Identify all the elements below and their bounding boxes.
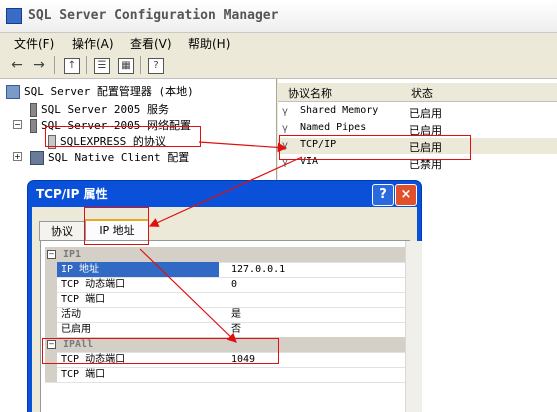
table-row[interactable]: TCP 端口 [45, 367, 405, 383]
tab-ip-addresses[interactable]: IP 地址 [85, 219, 149, 242]
protocol-icon: γ [282, 106, 288, 117]
collapse-network-config[interactable]: − [13, 120, 22, 129]
list-item[interactable]: γ VIA 已禁用 [278, 155, 557, 171]
tree-item-network-config[interactable]: SQL Server 2005 网络配置 [30, 117, 191, 133]
toolbar-separator [86, 56, 87, 74]
list-item[interactable]: γ Named Pipes 已启用 [278, 121, 557, 137]
menu-help[interactable]: 帮助(H) [188, 35, 230, 52]
category-ip1[interactable]: − IP1 [45, 247, 405, 263]
expand-native-client[interactable]: + [13, 152, 22, 161]
app-icon [6, 8, 22, 24]
protocol-icon: γ [282, 140, 288, 151]
collapse-icon[interactable]: − [47, 250, 56, 259]
collapse-icon[interactable]: − [47, 340, 56, 349]
window-title: SQL Server Configuration Manager [28, 8, 279, 23]
up-folder-icon[interactable]: ↑ [64, 58, 80, 74]
table-row[interactable]: TCP 动态端口 0 [45, 277, 405, 293]
help-icon[interactable]: ? [148, 58, 164, 74]
table-row[interactable]: 已启用 否 [45, 322, 405, 338]
client-icon [30, 151, 44, 165]
services-icon [30, 103, 37, 117]
forward-arrow-icon[interactable]: → [30, 56, 48, 74]
table-row[interactable]: TCP 端口 [45, 292, 405, 308]
protocol-icon: γ [282, 123, 288, 134]
toolbar-separator [54, 56, 55, 74]
menu-file[interactable]: 文件(F) [14, 35, 54, 52]
export-list-icon[interactable]: ▦ [118, 58, 134, 74]
table-row[interactable]: IP 地址 127.0.0.1 [45, 262, 405, 278]
table-row[interactable]: 活动 是 [45, 307, 405, 323]
tree-item-native-client[interactable]: SQL Native Client 配置 [30, 149, 189, 165]
column-header-protocol[interactable]: 协议名称 [288, 85, 332, 101]
list-header: 协议名称 状态 [278, 83, 557, 102]
title-bar: SQL Server Configuration Manager [0, 0, 557, 33]
tree-item-sqlexpress-protocols[interactable]: SQLEXPRESS 的协议 [48, 133, 166, 149]
toolbar-separator [140, 56, 141, 74]
protocol-icon [48, 135, 56, 149]
menu-action[interactable]: 操作(A) [72, 35, 114, 52]
protocol-icon: γ [282, 157, 288, 168]
back-arrow-icon[interactable]: ← [8, 56, 26, 74]
category-ipall[interactable]: − IPAll [45, 337, 405, 353]
tab-protocol[interactable]: 协议 [39, 221, 85, 241]
server-icon [6, 85, 20, 99]
list-item[interactable]: γ Shared Memory 已启用 [278, 104, 557, 120]
close-button[interactable]: × [395, 184, 417, 206]
tree-root[interactable]: SQL Server 配置管理器 (本地) [6, 83, 194, 99]
menu-bar: 文件(F) 操作(A) 查看(V) 帮助(H) [0, 32, 557, 52]
dialog-body: 协议 IP 地址 − IP1 IP 地址 127.0.0.1 TCP 动态端口 … [32, 207, 422, 412]
menu-view[interactable]: 查看(V) [130, 35, 172, 52]
table-row[interactable]: TCP 动态端口 1049 [45, 352, 405, 368]
tree-item-services[interactable]: SQL Server 2005 服务 [30, 101, 169, 117]
property-grid-pane: − IP1 IP 地址 127.0.0.1 TCP 动态端口 0 TCP 端口 … [40, 240, 422, 412]
vertical-scrollbar[interactable] [405, 241, 422, 412]
config-manager-window: SQL Server Configuration Manager 文件(F) 操… [0, 0, 557, 412]
properties-icon[interactable]: ☰ [94, 58, 110, 74]
tcpip-properties-dialog: TCP/IP 属性 ? × 协议 IP 地址 − IP1 IP 地址 127.0… [27, 180, 422, 412]
list-item[interactable]: γ TCP/IP 已启用 [278, 138, 557, 154]
dialog-title: TCP/IP 属性 [36, 187, 108, 201]
column-header-status[interactable]: 状态 [411, 85, 433, 101]
help-button[interactable]: ? [372, 184, 394, 206]
network-icon [30, 119, 37, 133]
toolbar: ← → ↑ ☰ ▦ ? [0, 52, 557, 79]
